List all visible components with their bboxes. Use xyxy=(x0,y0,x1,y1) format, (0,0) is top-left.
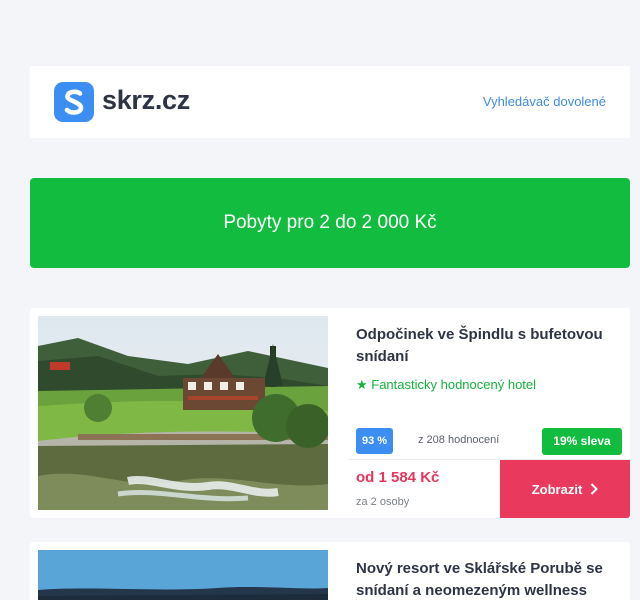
show-offer-label: Zobrazit xyxy=(531,481,583,497)
hotel-photo[interactable] xyxy=(38,316,328,510)
show-offer-button[interactable]: Zobrazit xyxy=(500,460,630,518)
skrz-logo-icon[interactable] xyxy=(54,82,94,122)
review-count: z 208 hodnocení xyxy=(418,434,500,446)
logo-text[interactable]: skrz.cz xyxy=(102,85,190,116)
hotel-photo[interactable] xyxy=(38,550,328,600)
price: od 1 584 Kč xyxy=(356,469,440,486)
vacation-search-link[interactable]: Vyhledávač dovolené xyxy=(483,94,606,109)
promo-label: Pobyty pro 2 do 2 000 Kč xyxy=(223,212,437,233)
offer-title[interactable]: Odpočinek ve Špindlu s bufetovou snídaní xyxy=(356,324,614,368)
persons-note: za 2 osoby xyxy=(356,496,410,508)
rating-label: ★ Fantasticky hodnocený hotel xyxy=(356,377,537,392)
offer-card[interactable]: Nový resort ve Sklářské Porubě se snídan… xyxy=(30,542,630,600)
discount-badge: 19% sleva xyxy=(542,428,622,455)
promo-banner[interactable]: Pobyty pro 2 do 2 000 Kč xyxy=(30,178,630,268)
site-header: skrz.cz Vyhledávač dovolené xyxy=(30,66,630,138)
offer-title[interactable]: Nový resort ve Sklářské Porubě se snídan… xyxy=(356,558,614,600)
chevron-right-icon xyxy=(591,483,599,495)
score-badge: 93 % xyxy=(356,428,393,454)
offer-card[interactable]: Odpočinek ve Špindlu s bufetovou snídaní… xyxy=(30,308,630,518)
